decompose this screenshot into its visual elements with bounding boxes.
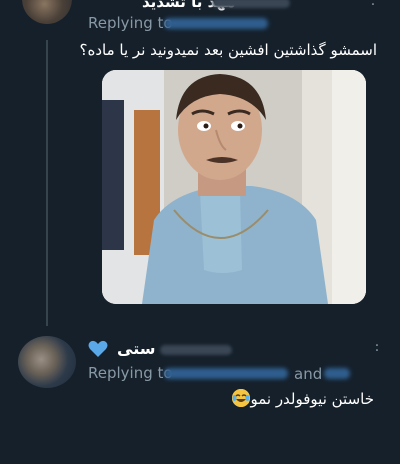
redacted-mention[interactable] xyxy=(324,368,350,379)
tweet-image[interactable] xyxy=(102,70,366,304)
tweet-text: اسمشو گذاشتین افشین بعد نمیدونید نر یا م… xyxy=(79,41,377,59)
thread-line xyxy=(46,40,48,326)
redacted-handle xyxy=(212,0,290,8)
avatar[interactable] xyxy=(22,0,72,24)
more-vertical-icon[interactable]: · · xyxy=(366,0,380,12)
avatar[interactable] xyxy=(18,336,76,388)
and-label: and xyxy=(294,365,323,383)
redacted-handle xyxy=(160,345,232,355)
replying-to-label: Replying to xyxy=(88,364,173,382)
display-name[interactable]: ستی xyxy=(117,339,155,358)
replying-to-label: Replying to xyxy=(88,14,173,32)
blue-heart-icon xyxy=(88,340,108,357)
tears-of-joy-icon xyxy=(232,389,250,407)
redacted-mention[interactable] xyxy=(164,368,288,379)
more-vertical-icon[interactable]: · · xyxy=(370,339,384,358)
redacted-mention[interactable] xyxy=(164,18,268,29)
tweet-text: خاستن نیوفولدر نمونه xyxy=(238,390,374,408)
